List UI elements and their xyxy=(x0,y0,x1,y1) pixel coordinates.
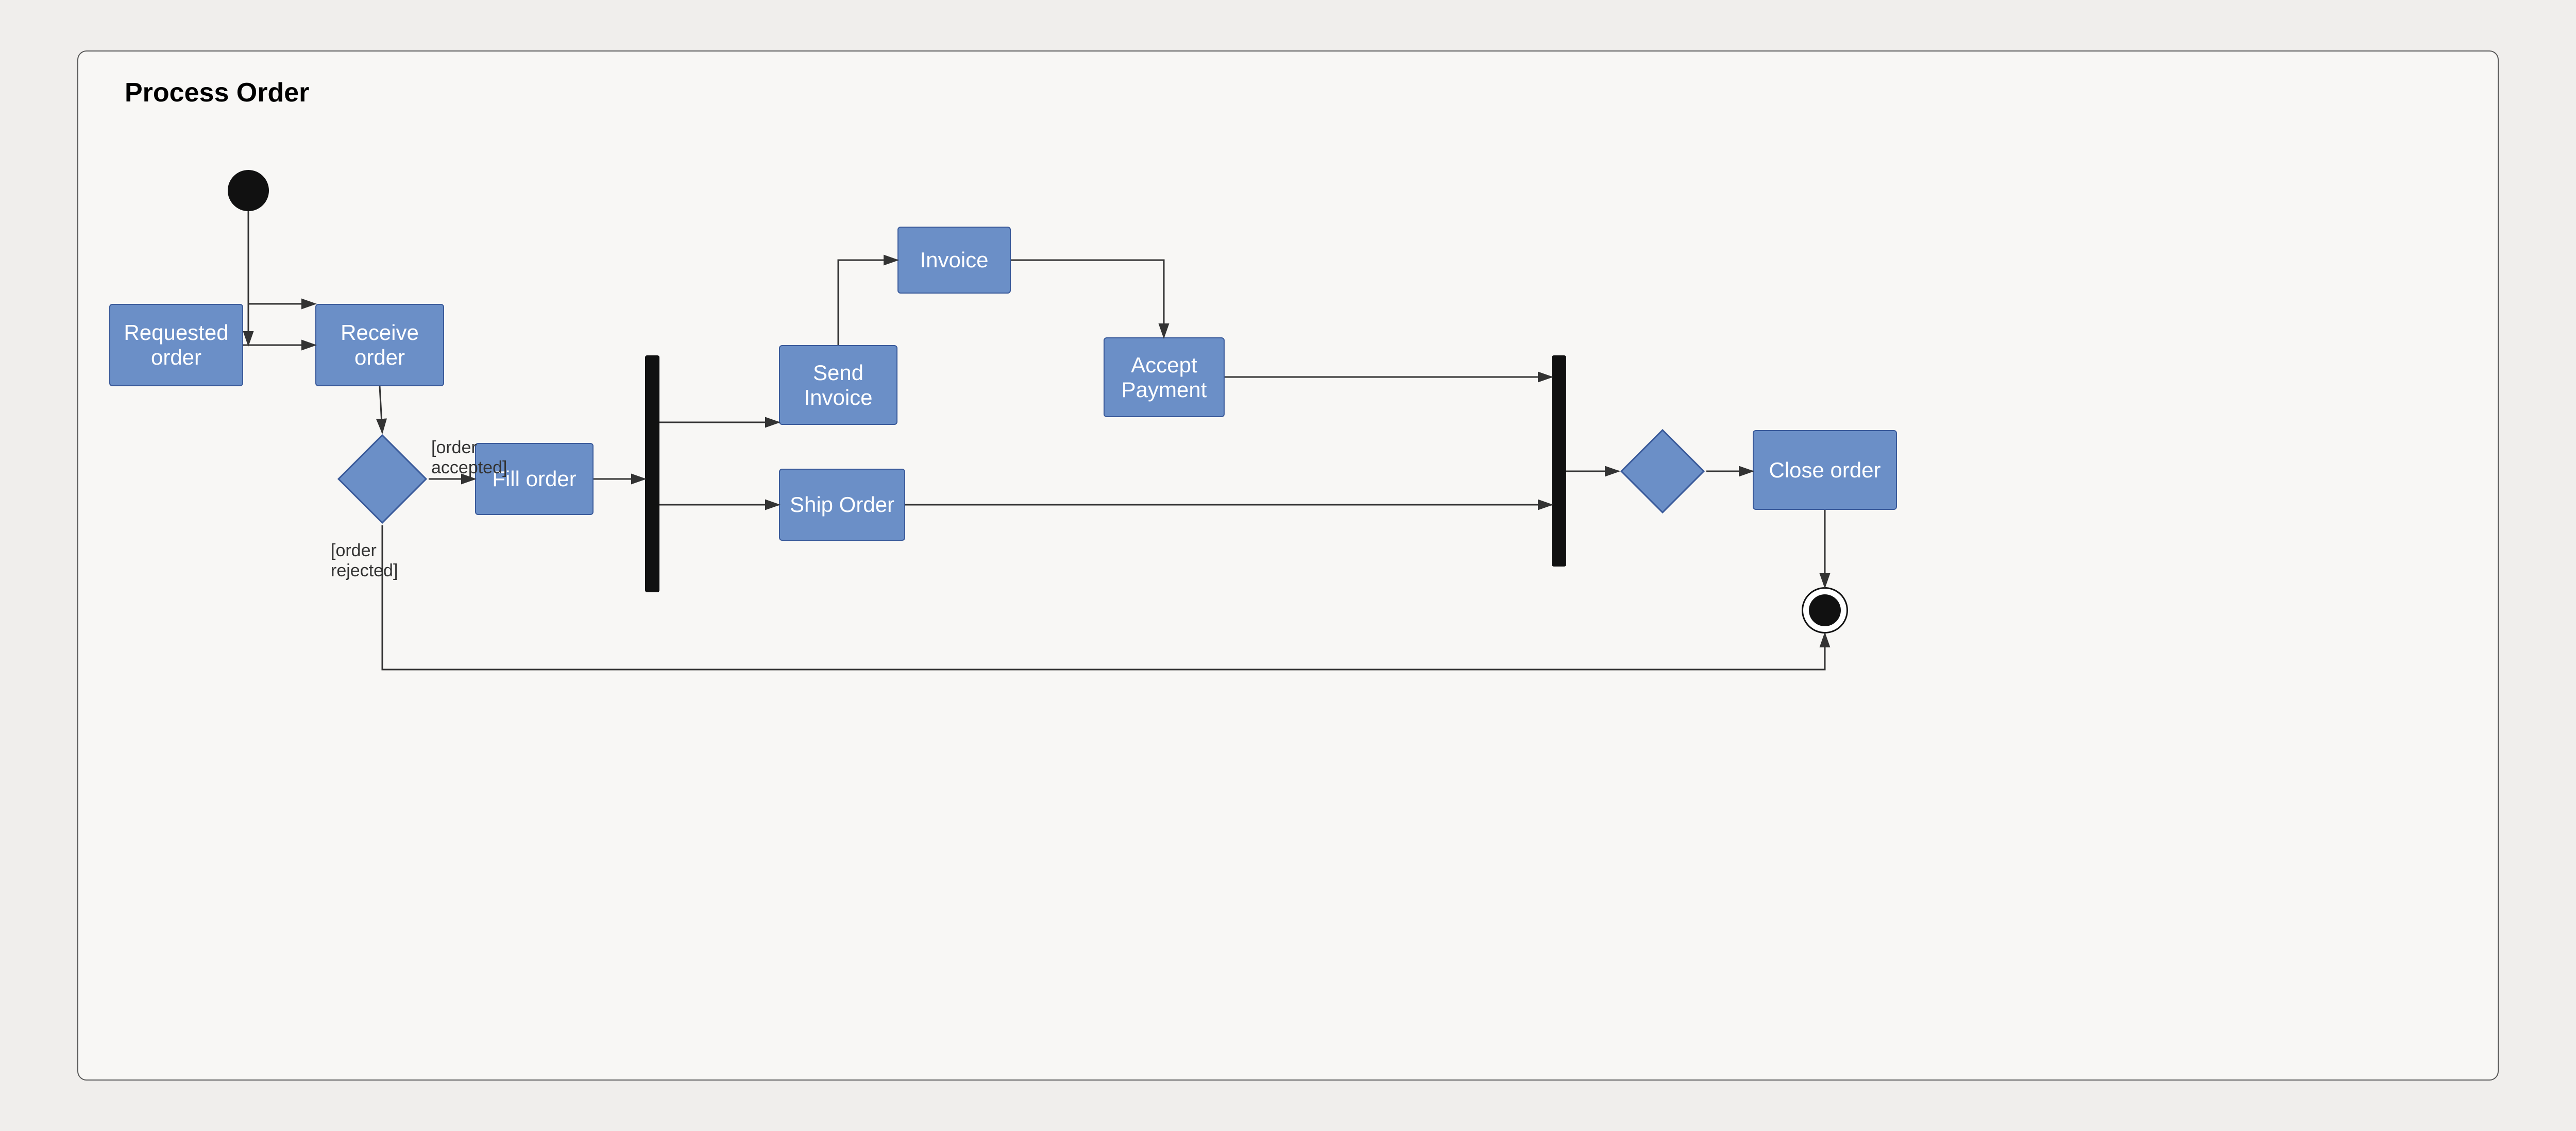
diagram-title: Process Order xyxy=(125,77,309,108)
join-bar-2 xyxy=(1552,355,1566,567)
order-accepted-label: [orderaccepted] xyxy=(431,438,507,478)
close-order-box: Close order xyxy=(1753,430,1897,510)
diagram-container: Process Order Requestedorder Receiveorde… xyxy=(77,50,2499,1081)
requested-order-box: Requestedorder xyxy=(109,304,243,386)
invoice-box: Invoice xyxy=(897,227,1011,294)
merge-diamond xyxy=(1619,427,1706,515)
send-invoice-box: SendInvoice xyxy=(779,345,897,425)
order-rejected-label: [orderrejected] xyxy=(331,541,398,581)
start-node xyxy=(228,170,269,211)
fork-bar-1 xyxy=(645,355,659,592)
ship-order-box: Ship Order xyxy=(779,469,905,541)
end-node xyxy=(1802,587,1848,633)
accept-payment-box: AcceptPayment xyxy=(1104,337,1225,417)
arrows-layer xyxy=(78,52,2498,1079)
receive-order-box: Receiveorder xyxy=(315,304,444,386)
decision-diamond xyxy=(336,433,429,525)
